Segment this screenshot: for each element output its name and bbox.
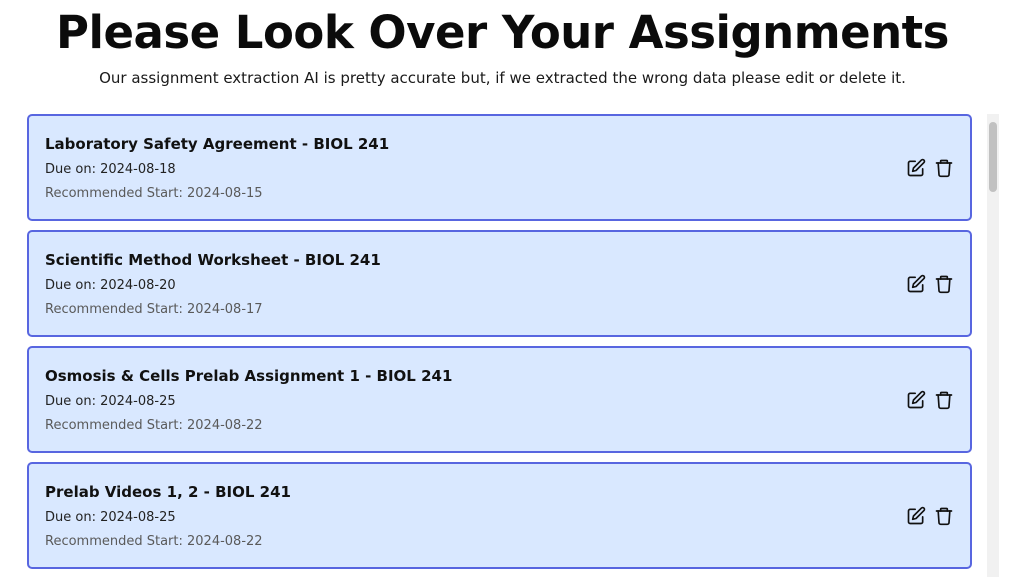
assignment-card: Laboratory Safety Agreement - BIOL 241 D… xyxy=(27,114,972,221)
assignment-actions xyxy=(906,158,954,178)
assignment-recommended-start: Recommended Start: 2024-08-17 xyxy=(45,302,263,317)
assignment-list: Laboratory Safety Agreement - BIOL 241 D… xyxy=(27,114,973,577)
edit-icon[interactable] xyxy=(906,390,926,410)
assignment-name: Scientific Method Worksheet - BIOL 241 xyxy=(45,251,381,269)
assignment-card: Scientific Method Worksheet - BIOL 241 D… xyxy=(27,230,972,337)
assignment-actions xyxy=(906,274,954,294)
assignment-card: Prelab Videos 1, 2 - BIOL 241 Due on: 20… xyxy=(27,462,972,569)
page-subtitle: Our assignment extraction AI is pretty a… xyxy=(99,69,906,87)
trash-icon[interactable] xyxy=(934,390,954,410)
assignment-name: Laboratory Safety Agreement - BIOL 241 xyxy=(45,135,390,153)
assignment-recommended-start: Recommended Start: 2024-08-15 xyxy=(45,186,263,201)
assignment-name: Osmosis & Cells Prelab Assignment 1 - BI… xyxy=(45,367,453,385)
assignment-due-date: Due on: 2024-08-18 xyxy=(45,162,176,177)
page: Please Look Over Your Assignments Our as… xyxy=(0,0,1025,577)
assignment-actions xyxy=(906,506,954,526)
trash-icon[interactable] xyxy=(934,158,954,178)
assignment-recommended-start: Recommended Start: 2024-08-22 xyxy=(45,418,263,433)
assignment-due-date: Due on: 2024-08-25 xyxy=(45,394,176,409)
edit-icon[interactable] xyxy=(906,158,926,178)
trash-icon[interactable] xyxy=(934,274,954,294)
page-title: Please Look Over Your Assignments xyxy=(56,6,949,59)
scrollbar[interactable] xyxy=(987,114,999,577)
assignment-due-date: Due on: 2024-08-25 xyxy=(45,510,176,525)
trash-icon[interactable] xyxy=(934,506,954,526)
edit-icon[interactable] xyxy=(906,506,926,526)
assignment-card: Osmosis & Cells Prelab Assignment 1 - BI… xyxy=(27,346,972,453)
assignment-recommended-start: Recommended Start: 2024-08-22 xyxy=(45,534,263,549)
assignment-name: Prelab Videos 1, 2 - BIOL 241 xyxy=(45,483,291,501)
assignment-actions xyxy=(906,390,954,410)
assignment-due-date: Due on: 2024-08-20 xyxy=(45,278,176,293)
scrollbar-thumb[interactable] xyxy=(989,122,997,192)
edit-icon[interactable] xyxy=(906,274,926,294)
